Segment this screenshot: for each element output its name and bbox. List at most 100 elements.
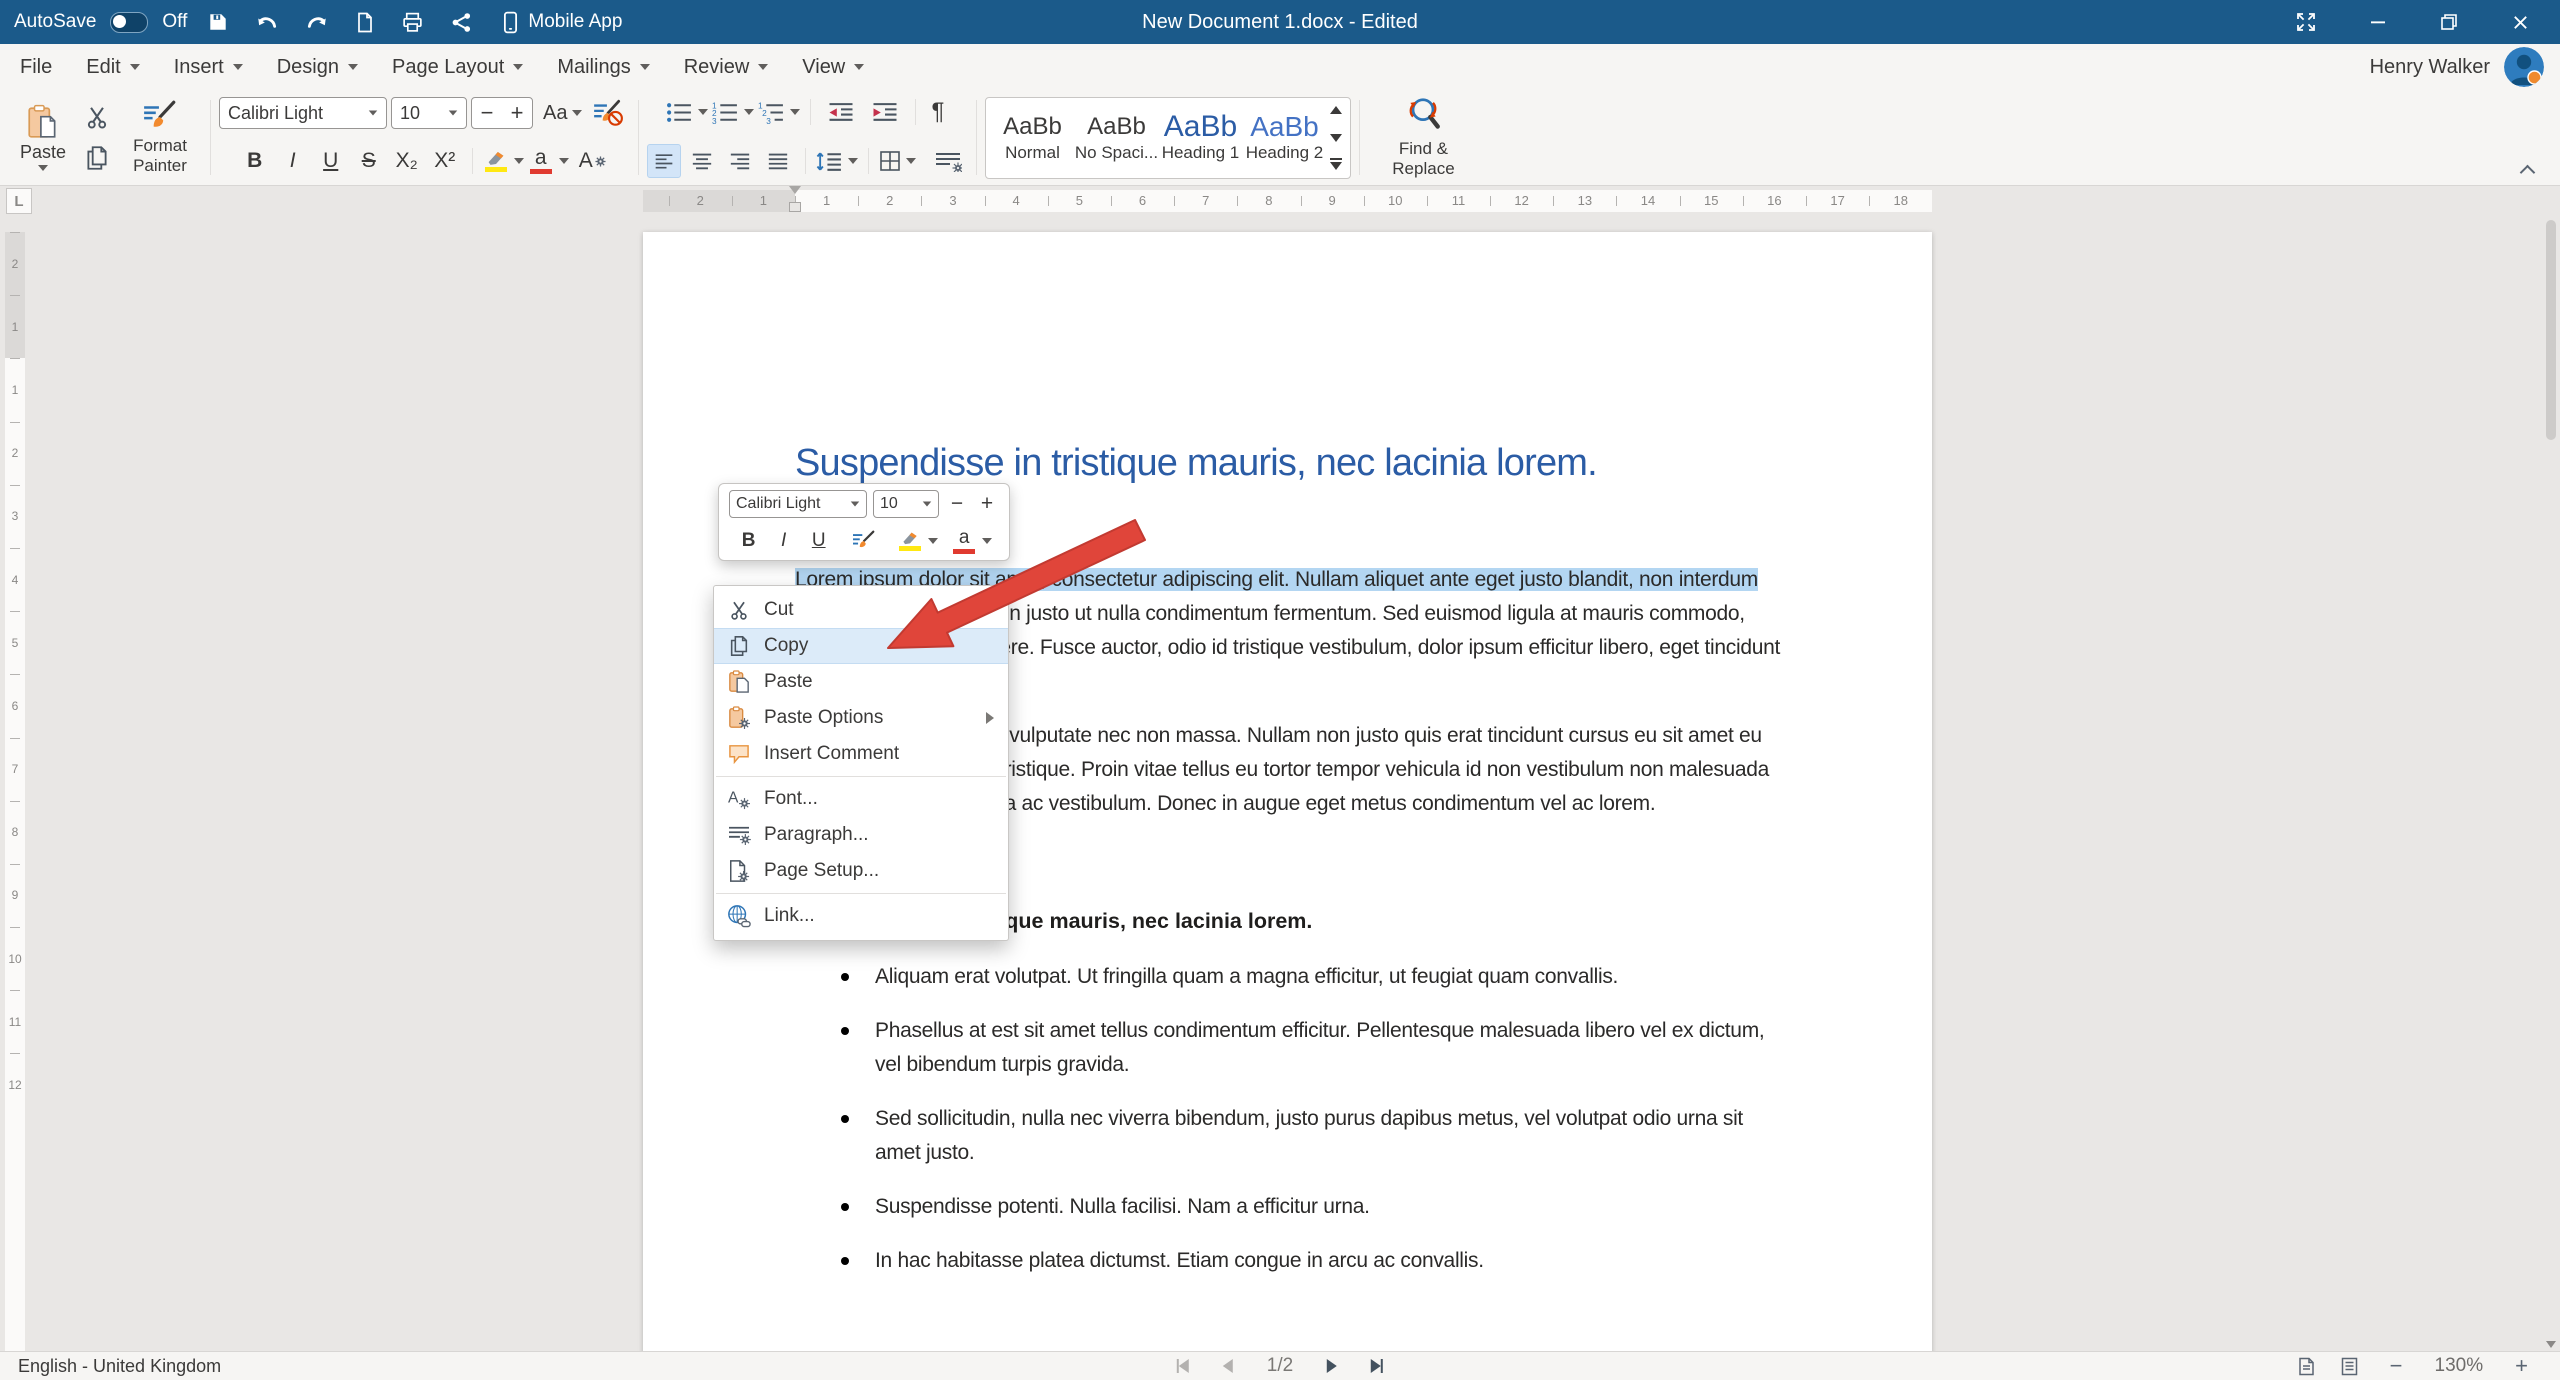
indent-marker[interactable] [789, 202, 801, 212]
paragraph-settings-button[interactable] [928, 150, 968, 173]
save-icon[interactable] [201, 9, 235, 35]
tab-selector[interactable]: L [6, 188, 32, 214]
font-color-button[interactable]: a [528, 148, 569, 174]
language-indicator[interactable]: English - United Kingdom [0, 1356, 221, 1377]
highlight-color-button[interactable] [483, 150, 524, 172]
grow-font-button[interactable]: + [502, 99, 532, 127]
avatar[interactable] [2504, 47, 2544, 87]
font-name-select[interactable]: Calibri Light [219, 97, 387, 129]
context-menu-insert-comment[interactable]: Insert Comment [714, 736, 1008, 772]
mini-underline-button[interactable]: U [806, 529, 832, 553]
strikethrough-button[interactable]: S [352, 144, 386, 178]
minimize-icon[interactable] [2369, 13, 2387, 31]
menu-page-layout[interactable]: Page Layout [375, 44, 540, 90]
fullscreen-icon[interactable] [2295, 11, 2317, 33]
clear-formatting-button[interactable] [586, 98, 630, 128]
paste-button[interactable]: Paste [10, 95, 76, 181]
font-size-select[interactable]: 10 [391, 97, 467, 129]
italic-button[interactable]: I [276, 144, 310, 178]
context-menu-copy[interactable]: Copy [714, 628, 1008, 664]
share-icon[interactable] [444, 9, 479, 36]
copy-button[interactable] [76, 143, 118, 173]
new-document-icon[interactable] [349, 9, 381, 36]
bold-button[interactable]: B [238, 144, 272, 178]
mini-bold-button[interactable]: B [736, 529, 762, 553]
menu-design[interactable]: Design [260, 44, 375, 90]
styles-scroll-up-icon[interactable] [1330, 106, 1342, 114]
find-replace-button[interactable]: Find & Replace [1368, 94, 1478, 180]
mini-italic-button[interactable]: I [775, 529, 792, 553]
style-heading-2[interactable]: AaBb Heading 2 [1242, 103, 1326, 173]
zoom-in-button[interactable]: + [2509, 1352, 2534, 1380]
superscript-button[interactable]: X² [428, 144, 462, 178]
numbered-list-button[interactable]: 123 [712, 101, 754, 124]
mini-highlight-button[interactable] [897, 531, 938, 551]
restore-icon[interactable] [2439, 12, 2459, 32]
mini-shrink-font-button[interactable]: − [945, 491, 969, 517]
context-menu-paste-options[interactable]: Paste Options [714, 700, 1008, 736]
first-page-icon[interactable] [1177, 1359, 1189, 1373]
menu-mailings[interactable]: Mailings [540, 44, 666, 90]
mini-grow-font-button[interactable]: + [975, 491, 999, 517]
justify-button[interactable] [761, 144, 795, 178]
context-menu-paragraph[interactable]: Paragraph... [714, 817, 1008, 853]
mini-font-size-select[interactable]: 10 [873, 490, 939, 518]
autosave-toggle[interactable] [110, 12, 148, 33]
scrollbar-thumb[interactable] [2546, 220, 2556, 440]
align-left-button[interactable] [647, 144, 681, 178]
line-spacing-button[interactable] [816, 151, 858, 172]
submenu-arrow-icon [986, 712, 994, 724]
indent-marker[interactable] [789, 186, 801, 194]
menu-review[interactable]: Review [667, 44, 786, 90]
ruler-number: 5 [5, 611, 25, 674]
zoom-out-button[interactable]: − [2384, 1352, 2409, 1380]
style-normal[interactable]: AaBb Normal [990, 103, 1074, 173]
decrease-indent-button[interactable] [821, 100, 861, 125]
format-painter-button[interactable]: Format Painter [118, 95, 202, 181]
menu-edit[interactable]: Edit [69, 44, 156, 90]
multilevel-list-button[interactable]: 123 [758, 101, 800, 124]
styles-scroll-down-icon[interactable] [1330, 134, 1342, 142]
close-icon[interactable] [2511, 13, 2530, 32]
borders-button[interactable] [879, 150, 916, 172]
menu-view[interactable]: View [785, 44, 881, 90]
previous-page-icon[interactable] [1223, 1359, 1233, 1373]
print-icon[interactable] [395, 9, 430, 36]
reading-view-icon[interactable] [2341, 1357, 2358, 1376]
change-case-button[interactable]: Aa [543, 102, 582, 125]
bullet-list-button[interactable] [666, 101, 708, 124]
scroll-down-icon[interactable] [2546, 1341, 2556, 1348]
decrease-indent-icon [827, 101, 855, 124]
increase-indent-button[interactable] [865, 100, 905, 125]
pilcrow-button[interactable]: ¶ [926, 97, 951, 127]
menu-insert[interactable]: Insert [157, 44, 260, 90]
styles-more-icon[interactable] [1330, 162, 1342, 170]
context-menu-link[interactable]: Link... [714, 898, 1008, 934]
context-menu-font[interactable]: A Font... [714, 781, 1008, 817]
menu-file[interactable]: File [0, 44, 69, 90]
paste-options-icon [714, 706, 764, 730]
last-page-icon[interactable] [1371, 1359, 1383, 1373]
cut-button[interactable] [76, 103, 118, 131]
font-settings-button[interactable]: A [573, 148, 612, 174]
align-center-button[interactable] [685, 144, 719, 178]
redo-icon[interactable] [299, 8, 335, 36]
context-menu-paste[interactable]: Paste [714, 664, 1008, 700]
mini-font-name-select[interactable]: Calibri Light [729, 490, 867, 518]
mini-font-color-button[interactable]: a [951, 528, 992, 554]
shrink-font-button[interactable]: − [472, 99, 502, 127]
undo-icon[interactable] [249, 8, 285, 36]
align-right-icon [729, 151, 751, 171]
subscript-button[interactable]: X₂ [390, 144, 424, 178]
underline-button[interactable]: U [314, 144, 348, 178]
print-layout-view-icon[interactable] [2298, 1357, 2315, 1376]
collapse-ribbon-icon[interactable] [2520, 163, 2534, 177]
align-right-button[interactable] [723, 144, 757, 178]
context-menu-cut[interactable]: Cut [714, 592, 1008, 628]
style-no-spacing[interactable]: AaBb No Spaci... [1074, 103, 1158, 173]
style-heading-1[interactable]: AaBb Heading 1 [1158, 103, 1242, 173]
next-page-icon[interactable] [1327, 1359, 1337, 1373]
context-menu-page-setup[interactable]: Page Setup... [714, 853, 1008, 889]
mobile-app-button[interactable]: Mobile App [503, 11, 622, 34]
mini-format-painter-button[interactable] [845, 529, 883, 553]
